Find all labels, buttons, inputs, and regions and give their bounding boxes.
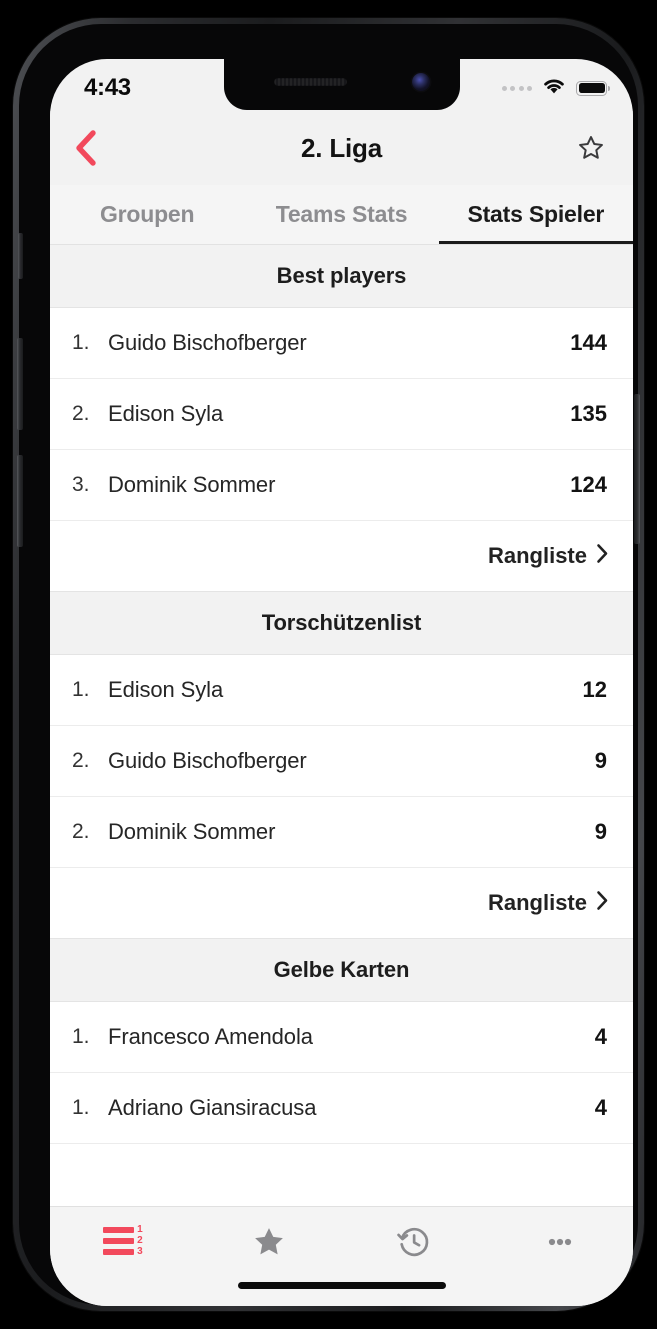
mute-switch-button[interactable] <box>18 233 23 279</box>
volume-down-button[interactable] <box>17 455 23 547</box>
row-name: Edison Syla <box>108 401 224 426</box>
row-name: Guido Bischofberger <box>108 330 307 355</box>
table-row[interactable]: 2. Guido Bischofberger 9 <box>50 726 633 797</box>
power-button[interactable] <box>634 394 640 544</box>
phone-frame: 4:43 2. Liga Groupen Teams Stats Stats S… <box>13 18 644 1311</box>
row-name: Guido Bischofberger <box>108 748 307 773</box>
chevron-right-icon <box>596 543 609 569</box>
row-name: Edison Syla <box>108 677 224 702</box>
row-value: 144 <box>570 330 607 355</box>
table-row[interactable]: 2. Dominik Sommer 9 <box>50 797 633 868</box>
section-header-torschuetzenlist: Torschützenlist <box>50 592 633 655</box>
table-row[interactable]: 1. Francesco Amendola 4 <box>50 1002 633 1073</box>
row-value: 4 <box>594 1024 607 1049</box>
row-value: 9 <box>594 748 607 773</box>
row-value: 9 <box>594 819 607 844</box>
star-filled-icon <box>252 1225 286 1264</box>
battery-full-icon <box>576 80 610 96</box>
tab-groupen[interactable]: Groupen <box>50 185 244 244</box>
tab-bar-item-rankings[interactable]: 1 2 3 <box>50 1207 196 1306</box>
earpiece-speaker-icon <box>273 78 347 86</box>
row-rank: 1. <box>72 1025 90 1048</box>
favorite-button[interactable] <box>569 126 613 170</box>
tab-bar-item-more[interactable] <box>487 1207 633 1306</box>
status-indicators <box>501 76 610 100</box>
ranking-number: 2 <box>137 1235 143 1246</box>
back-button[interactable] <box>64 126 108 170</box>
row-value: 135 <box>570 401 607 426</box>
bottom-tab-bar: 1 2 3 <box>50 1206 633 1306</box>
ranking-number: 3 <box>137 1246 143 1257</box>
wifi-icon <box>541 76 567 100</box>
page-title: 2. Liga <box>301 132 382 163</box>
tab-stats-spieler[interactable]: Stats Spieler <box>438 185 633 244</box>
table-row[interactable]: 2. Edison Syla 135 <box>50 379 633 450</box>
row-rank: 2. <box>72 820 90 843</box>
rangliste-link-torschuetzenlist[interactable]: Rangliste <box>50 868 633 939</box>
table-row[interactable]: 1. Edison Syla 12 <box>50 655 633 726</box>
front-camera-icon <box>411 73 430 91</box>
tab-bar-item-history[interactable] <box>342 1207 488 1306</box>
row-rank: 1. <box>72 331 90 354</box>
row-name: Francesco Amendola <box>108 1024 313 1049</box>
row-rank: 2. <box>72 749 90 772</box>
row-rank: 1. <box>72 1096 90 1119</box>
tab-strip: Groupen Teams Stats Stats Spieler <box>50 185 633 245</box>
rangliste-label: Rangliste <box>487 890 587 915</box>
history-clock-icon <box>397 1225 431 1264</box>
ranking-number: 1 <box>137 1224 143 1235</box>
row-value: 12 <box>582 677 607 702</box>
screenshot-stage: 4:43 2. Liga Groupen Teams Stats Stats S… <box>0 0 657 1329</box>
ranking-list-icon: 1 2 3 <box>103 1224 143 1257</box>
table-row[interactable]: 1. Guido Bischofberger 144 <box>50 308 633 379</box>
tab-bar-item-favorites[interactable] <box>196 1207 342 1306</box>
notch <box>223 59 460 110</box>
home-indicator[interactable] <box>237 1282 446 1289</box>
tab-label: Teams Stats <box>275 201 408 227</box>
tab-label: Groupen <box>99 201 195 227</box>
navigation-bar: 2. Liga <box>50 111 633 185</box>
tab-teams-stats[interactable]: Teams Stats <box>244 185 438 244</box>
table-row[interactable]: 3. Dominik Sommer 124 <box>50 450 633 521</box>
row-value: 124 <box>570 472 607 497</box>
phone-screen: 4:43 2. Liga Groupen Teams Stats Stats S… <box>50 59 633 1306</box>
rangliste-label: Rangliste <box>487 543 587 568</box>
row-value: 4 <box>594 1095 607 1120</box>
row-name: Dominik Sommer <box>108 819 276 844</box>
tab-label: Stats Spieler <box>467 201 605 227</box>
row-rank: 1. <box>72 678 90 701</box>
stats-content: Best players 1. Guido Bischofberger 144 … <box>50 245 633 1206</box>
status-time: 4:43 <box>84 74 131 101</box>
row-rank: 3. <box>72 473 90 496</box>
volume-up-button[interactable] <box>17 338 23 430</box>
row-name: Adriano Giansiracusa <box>108 1095 317 1120</box>
rangliste-link-best-players[interactable]: Rangliste <box>50 521 633 592</box>
row-rank: 2. <box>72 402 90 425</box>
table-row[interactable]: 1. Adriano Giansiracusa 4 <box>50 1073 633 1144</box>
section-header-gelbe-karten: Gelbe Karten <box>50 939 633 1002</box>
signal-dots-icon <box>501 85 532 91</box>
chevron-right-icon <box>596 890 609 916</box>
section-header-best-players: Best players <box>50 245 633 308</box>
ellipsis-icon <box>543 1225 577 1264</box>
row-name: Dominik Sommer <box>108 472 276 497</box>
